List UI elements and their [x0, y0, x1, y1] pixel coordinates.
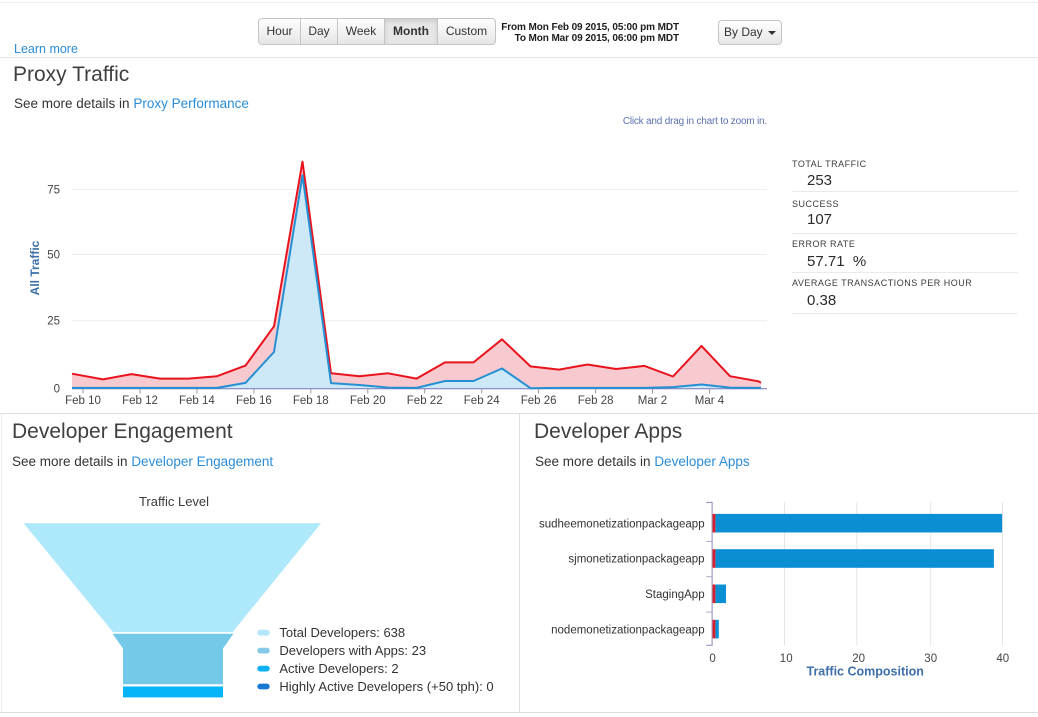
- svg-text:Feb 16: Feb 16: [236, 395, 272, 407]
- svg-text:Mar 2: Mar 2: [638, 395, 667, 407]
- svg-text:75: 75: [47, 184, 60, 196]
- svg-text:Feb 18: Feb 18: [293, 395, 329, 407]
- svg-text:Feb 26: Feb 26: [521, 395, 557, 407]
- svg-text:All Traffic: All Traffic: [28, 240, 42, 295]
- svg-text:sudheemonetizationpackageapp: sudheemonetizationpackageapp: [539, 518, 705, 530]
- svg-text:Total Developers: 638: Total Developers: 638: [279, 625, 405, 640]
- svg-text:10: 10: [780, 653, 793, 665]
- svg-text:40: 40: [996, 653, 1009, 665]
- svg-text:30: 30: [924, 653, 937, 665]
- svg-text:Feb 24: Feb 24: [464, 395, 500, 407]
- svg-text:Developers with Apps: 23: Developers with Apps: 23: [279, 643, 426, 658]
- svg-text:Feb 12: Feb 12: [122, 395, 158, 407]
- svg-text:Feb 10: Feb 10: [65, 395, 101, 407]
- svg-text:StagingApp: StagingApp: [645, 589, 704, 601]
- svg-text:Feb 28: Feb 28: [578, 395, 614, 407]
- svg-text:50: 50: [47, 250, 60, 262]
- svg-text:Highly Active Developers (+50: Highly Active Developers (+50 tph): 0: [279, 679, 493, 694]
- svg-text:Active Developers: 2: Active Developers: 2: [279, 661, 398, 676]
- svg-text:Feb 14: Feb 14: [179, 395, 215, 407]
- svg-text:Feb 20: Feb 20: [350, 395, 386, 407]
- svg-text:Feb 22: Feb 22: [407, 395, 443, 407]
- svg-text:Traffic Composition: Traffic Composition: [807, 665, 924, 679]
- svg-text:nodemonetizationpackageapp: nodemonetizationpackageapp: [551, 624, 704, 636]
- svg-text:Mar 4: Mar 4: [695, 395, 725, 407]
- svg-text:0: 0: [709, 653, 715, 665]
- svg-text:sjmonetizationpackageapp: sjmonetizationpackageapp: [568, 554, 704, 566]
- svg-text:0: 0: [54, 384, 60, 396]
- svg-text:20: 20: [852, 653, 865, 665]
- svg-text:25: 25: [47, 316, 60, 328]
